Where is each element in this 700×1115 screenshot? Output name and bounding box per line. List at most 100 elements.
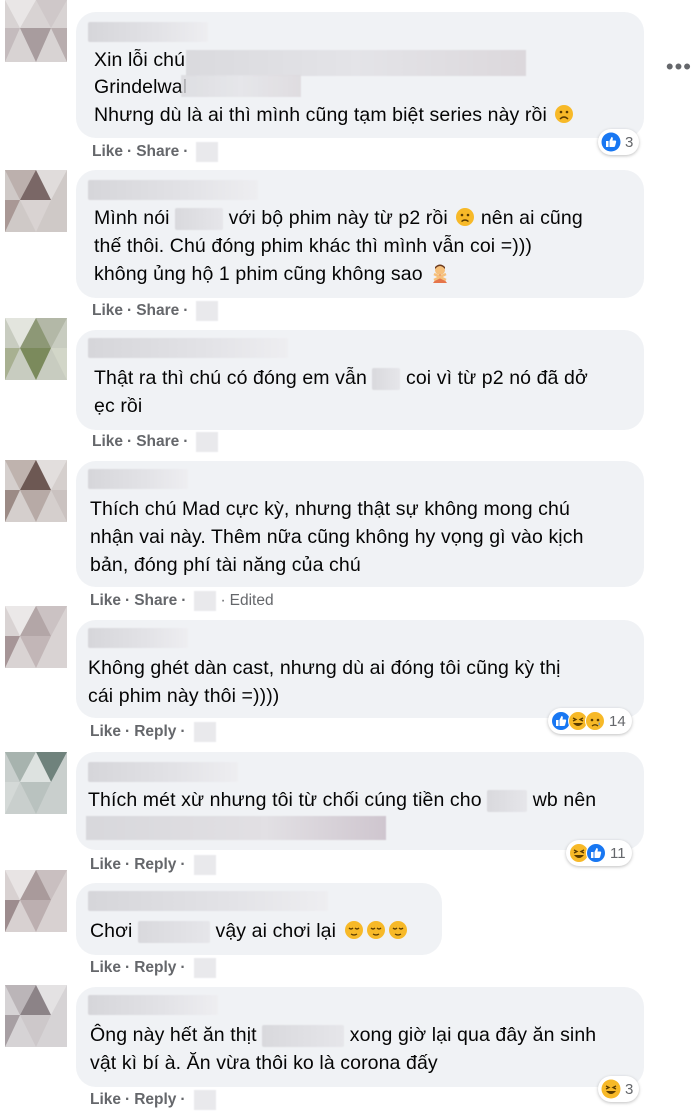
comment-bubble: Mình nói với bộ phim này từ p2 rồi nên a… — [76, 170, 644, 298]
avatar[interactable] — [5, 752, 67, 814]
avatar[interactable] — [5, 606, 67, 668]
commenter-name[interactable] — [88, 628, 188, 648]
comment-actions: Like · Reply · — [90, 1090, 216, 1110]
like-button[interactable]: Like — [90, 1091, 121, 1109]
comment-text: Chơi — [90, 920, 133, 942]
avatar[interactable] — [5, 985, 67, 1047]
comment-actions: Like · Share · — [92, 432, 219, 452]
comment-text: bản, đóng phí tài năng của chú — [90, 554, 361, 576]
person-gesturing-no-emoji-icon — [433, 264, 448, 283]
commenter-name[interactable] — [88, 891, 328, 911]
avatar[interactable] — [5, 460, 67, 522]
like-button[interactable]: Like — [92, 302, 123, 320]
comment-bubble: Thích chú Mad cực kỳ, nhưng thật sự khôn… — [76, 461, 644, 587]
reply-button[interactable]: Reply — [134, 856, 176, 874]
timestamp[interactable] — [194, 591, 217, 611]
share-button[interactable]: Share — [136, 302, 179, 320]
comment-text: Nhưng dù là ai thì mình cũng tạm biệt se… — [94, 104, 547, 126]
redacted-text — [372, 367, 401, 390]
comment-actions: Like · Share · — [92, 301, 219, 321]
like-reaction-icon — [586, 843, 606, 863]
share-button[interactable]: Share — [134, 592, 177, 610]
comment-bubble: Thật ra thì chú có đóng em vẫn coi vì từ… — [76, 330, 644, 430]
comment-text: Xin lỗi chú — [94, 49, 186, 71]
reply-button[interactable]: Reply — [134, 723, 176, 741]
comment-text: Thật ra thì chú có đóng em vẫn — [94, 367, 367, 389]
comment-text: Thích mét xừ nhưng tôi từ chối cúng tiền… — [88, 789, 482, 811]
relieved-face-emoji-icon — [388, 921, 407, 939]
comment-text: nhận vai này. Thêm nữa cũng không hy vọn… — [90, 526, 584, 548]
avatar[interactable] — [5, 0, 67, 62]
comment-text: vật kì bí à. Ăn vừa thôi ko là corona đấ… — [90, 1052, 438, 1074]
comment-text: thế thôi. Chú đóng phim khác thì mình vẫ… — [94, 235, 533, 257]
commenter-name[interactable] — [88, 22, 208, 42]
timestamp[interactable] — [193, 855, 216, 875]
redacted-text — [186, 50, 526, 76]
like-button[interactable]: Like — [90, 856, 121, 874]
like-button[interactable]: Like — [92, 433, 123, 451]
comment-text: Grindelwal — [94, 76, 188, 98]
comment-bubble: Ông này hết ăn thịt xong giờ lại qua đây… — [76, 987, 644, 1087]
comment-bubble: Chơi vậy ai chơi lại — [76, 883, 442, 955]
like-button[interactable]: Like — [90, 592, 121, 610]
like-button[interactable]: Like — [90, 723, 121, 741]
comment-text: vậy ai chơi lại — [215, 920, 337, 942]
reaction-summary[interactable]: 11 — [566, 840, 632, 866]
edited-label[interactable]: Edited — [230, 592, 274, 610]
redacted-text — [86, 816, 386, 840]
frowning-face-emoji-icon — [456, 208, 475, 226]
comment-actions: Like · Share · · Edited — [90, 591, 274, 611]
relieved-face-emoji-icon — [366, 921, 385, 939]
sad-reaction-icon — [585, 711, 605, 731]
redacted-text — [181, 75, 301, 97]
timestamp[interactable] — [193, 958, 216, 978]
comment-text: không ủng hộ 1 phim cũng không sao — [94, 263, 423, 285]
avatar[interactable] — [5, 170, 67, 232]
commenter-name[interactable] — [88, 469, 188, 489]
commenter-name[interactable] — [88, 762, 238, 782]
comment-text: nên ai cũng — [480, 207, 583, 229]
comment-bubble: Không ghét dàn cast, nhưng dù ai đóng tô… — [76, 620, 644, 718]
haha-reaction-icon — [601, 1079, 621, 1099]
timestamp[interactable] — [193, 722, 216, 742]
like-reaction-icon — [601, 132, 621, 152]
comment-text: ẹc rồi — [94, 395, 143, 417]
redacted-text — [262, 1024, 345, 1047]
reaction-summary[interactable]: 3 — [598, 1076, 640, 1102]
timestamp[interactable] — [196, 142, 219, 162]
comment-text: với bộ phim này từ p2 rồi — [228, 207, 448, 229]
reaction-count: 3 — [625, 1080, 634, 1098]
redacted-text — [487, 789, 528, 812]
timestamp[interactable] — [193, 1090, 216, 1110]
reaction-summary[interactable]: 14 — [548, 708, 632, 734]
reaction-count: 14 — [609, 712, 626, 730]
commenter-name[interactable] — [88, 180, 258, 200]
redacted-text — [175, 207, 224, 230]
commenter-name[interactable] — [88, 338, 288, 358]
redacted-text — [137, 920, 210, 943]
comment-actions: Like · Reply · — [90, 722, 216, 742]
like-button[interactable]: Like — [92, 143, 123, 161]
comment-text: coi vì từ p2 nó đã dở — [405, 367, 588, 389]
comment-text: Ông này hết ăn thịt — [90, 1024, 257, 1046]
comment-text: Không ghét dàn cast, nhưng dù ai đóng tô… — [88, 657, 561, 679]
more-horizontal-icon[interactable]: ••• — [666, 56, 692, 78]
comment-text: Thích chú Mad cực kỳ, nhưng thật sự khôn… — [90, 498, 570, 520]
timestamp[interactable] — [196, 432, 219, 452]
reaction-summary[interactable]: 3 — [598, 129, 640, 155]
share-button[interactable]: Share — [136, 143, 179, 161]
comment-text: xong giờ lại qua đây ăn sinh — [349, 1024, 597, 1046]
relieved-face-emoji-icon — [344, 921, 363, 939]
comment-actions: Like · Reply · — [90, 958, 216, 978]
reaction-count: 3 — [625, 133, 634, 151]
reply-button[interactable]: Reply — [134, 959, 176, 977]
share-button[interactable]: Share — [136, 433, 179, 451]
timestamp[interactable] — [196, 301, 219, 321]
like-button[interactable]: Like — [90, 959, 121, 977]
comment-text: Mình nói — [94, 207, 170, 229]
avatar[interactable] — [5, 870, 67, 932]
avatar[interactable] — [5, 318, 67, 380]
commenter-name[interactable] — [88, 995, 218, 1015]
comment-actions: Like · Share · — [92, 142, 219, 162]
reply-button[interactable]: Reply — [134, 1091, 176, 1109]
